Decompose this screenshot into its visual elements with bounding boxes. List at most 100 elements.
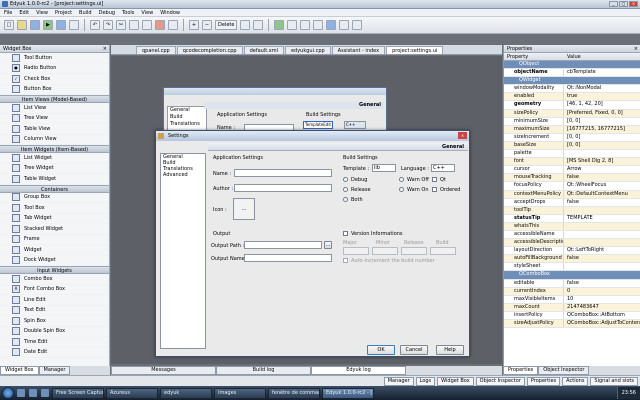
- menu-build[interactable]: Build: [79, 10, 92, 16]
- name-field[interactable]: [234, 169, 332, 177]
- property-value[interactable]: QComboBox::AtBottom: [564, 312, 640, 319]
- major-spinbox[interactable]: [343, 247, 369, 255]
- property-value[interactable]: false: [564, 280, 640, 287]
- adjust-size-icon[interactable]: [352, 20, 363, 30]
- logs-button[interactable]: Logs: [415, 376, 436, 386]
- property-value[interactable]: [MS Shell Dlg 2, 8]: [564, 158, 640, 165]
- property-row[interactable]: objectName cbTemplate: [504, 69, 640, 78]
- property-value[interactable]: [564, 207, 640, 214]
- property-value[interactable]: [Preferred, Fixed, 0, 0]: [564, 110, 640, 117]
- widget-category[interactable]: Input Widgets: [0, 266, 109, 274]
- layout-horizontal-icon[interactable]: [240, 20, 251, 30]
- property-row[interactable]: autoFillBackground false: [504, 255, 640, 264]
- release-radio[interactable]: [343, 187, 348, 192]
- manager-button[interactable]: Manager: [383, 376, 414, 386]
- property-value[interactable]: [564, 150, 640, 157]
- widget-item[interactable]: Tree Widget: [0, 164, 109, 174]
- tab-object-inspector[interactable]: Object Inspector: [538, 366, 590, 375]
- taskbar-item[interactable]: Free Screen Capture...: [52, 387, 104, 399]
- clock[interactable]: 23:56: [616, 387, 640, 399]
- property-row[interactable]: contextMenuPolicy Qt::DefaultContextMenu: [504, 190, 640, 199]
- property-value[interactable]: 10: [564, 296, 640, 303]
- property-row[interactable]: baseSize [0, 0]: [504, 141, 640, 151]
- cancel-button[interactable]: Cancel: [400, 345, 428, 355]
- property-row[interactable]: currentIndex 0: [504, 287, 640, 296]
- widget-item[interactable]: Widget: [0, 245, 109, 256]
- property-value[interactable]: Qt::LeftToRight: [564, 247, 640, 254]
- widget-item[interactable]: ● Radio Button: [0, 64, 109, 74]
- property-row[interactable]: windowModality Qt::NonModal: [504, 85, 640, 94]
- property-section[interactable]: QObject: [504, 61, 640, 70]
- layout-vertical-icon[interactable]: [253, 20, 264, 30]
- icon-picker-button[interactable]: ...: [233, 198, 255, 220]
- release-spinbox[interactable]: [401, 247, 427, 255]
- menu-view[interactable]: View: [36, 10, 48, 16]
- menu-file[interactable]: File: [4, 10, 12, 16]
- property-value[interactable]: [0, 0]: [564, 118, 640, 125]
- widget-item[interactable]: Tool Button: [0, 53, 109, 64]
- tab-properties[interactable]: Properties: [503, 366, 539, 375]
- zoom-in-icon[interactable]: +: [189, 20, 199, 30]
- widget-item[interactable]: Double Spin Box: [0, 327, 109, 337]
- property-value[interactable]: [564, 223, 640, 230]
- property-row[interactable]: accessibleDescription: [504, 239, 640, 248]
- widget-item[interactable]: Column View: [0, 135, 109, 145]
- ok-button[interactable]: OK: [367, 345, 395, 355]
- widget-item[interactable]: Tab Widget: [0, 214, 109, 224]
- property-list[interactable]: QObject objectName cbTemplate QWidget window…: [504, 61, 640, 329]
- auto-increment-checkbox[interactable]: [343, 258, 348, 263]
- output-name-field[interactable]: [244, 254, 332, 262]
- property-value[interactable]: TEMPLATE: [564, 215, 640, 222]
- property-row[interactable]: focusPolicy Qt::WheelFocus: [504, 182, 640, 191]
- property-section[interactable]: QWidget: [504, 77, 640, 86]
- build-spinbox[interactable]: [430, 247, 456, 255]
- property-row[interactable]: mouseTracking false: [504, 174, 640, 183]
- menu-debug[interactable]: Debug: [99, 10, 115, 16]
- property-value[interactable]: cbTemplate: [564, 69, 640, 76]
- property-value[interactable]: [564, 263, 640, 270]
- ordered-checkbox[interactable]: [432, 187, 437, 192]
- property-row[interactable]: sizeAdjustPolicy QComboBox::AdjustToConte…: [504, 320, 640, 329]
- doc-tab[interactable]: default.xml: [243, 46, 284, 54]
- property-row[interactable]: editable false: [504, 279, 640, 288]
- taskbar-item[interactable]: edyuk: [160, 387, 212, 399]
- warn-off-radio[interactable]: [399, 177, 404, 182]
- property-row[interactable]: whatsThis: [504, 222, 640, 231]
- delete-button[interactable]: Delete: [215, 20, 238, 30]
- property-value[interactable]: [0, 0]: [564, 134, 640, 141]
- tab-messages[interactable]: Messages: [111, 366, 216, 375]
- widget-category[interactable]: Item Widgets (Item-Based): [0, 145, 109, 153]
- property-row[interactable]: font [MS Shell Dlg 2, 8]: [504, 158, 640, 167]
- widget-category[interactable]: Containers: [0, 184, 109, 193]
- property-row[interactable]: layoutDirection Qt::LeftToRight: [504, 247, 640, 256]
- property-value[interactable]: [0, 0]: [564, 142, 640, 149]
- taskbar-item[interactable]: fenêtre de commandes: [268, 387, 320, 399]
- both-radio[interactable]: [343, 197, 348, 202]
- property-value[interactable]: false: [564, 255, 640, 262]
- signal-slot-icon[interactable]: [287, 20, 298, 30]
- cut-icon[interactable]: ✂: [116, 20, 126, 30]
- property-value[interactable]: QComboBox::AdjustToContentsOnFirstShow: [564, 320, 640, 327]
- widget-item[interactable]: Stacked Widget: [0, 224, 109, 235]
- menu-project[interactable]: Project: [55, 10, 72, 16]
- widget-item[interactable]: ✓ Check Box: [0, 74, 109, 85]
- property-value[interactable]: Qt::DefaultContextMenu: [564, 191, 640, 198]
- taskbar-item[interactable]: Azureus: [106, 387, 158, 399]
- find-icon[interactable]: [155, 20, 165, 30]
- object-inspector-button[interactable]: Object Inspector: [475, 376, 525, 386]
- property-row[interactable]: maximumSize [16777215, 16777215]: [504, 125, 640, 134]
- menu-window[interactable]: Window: [160, 10, 180, 16]
- copy-icon[interactable]: [129, 20, 139, 30]
- paste-icon[interactable]: [142, 20, 152, 30]
- property-row[interactable]: acceptDrops false: [504, 198, 640, 207]
- redo-icon[interactable]: ↷: [103, 20, 113, 30]
- property-value[interactable]: true: [564, 93, 640, 100]
- tab-edyuk-log[interactable]: Edyuk log: [311, 366, 406, 375]
- debug-radio[interactable]: [343, 177, 348, 182]
- widget-edit-icon[interactable]: [274, 20, 285, 30]
- quicklaunch-icon[interactable]: [41, 389, 49, 397]
- property-row[interactable]: insertPolicy QComboBox::AtBottom: [504, 311, 640, 320]
- widget-item[interactable]: Tree View: [0, 114, 109, 124]
- open-folder-icon[interactable]: [17, 20, 27, 30]
- output-path-field[interactable]: [244, 241, 322, 249]
